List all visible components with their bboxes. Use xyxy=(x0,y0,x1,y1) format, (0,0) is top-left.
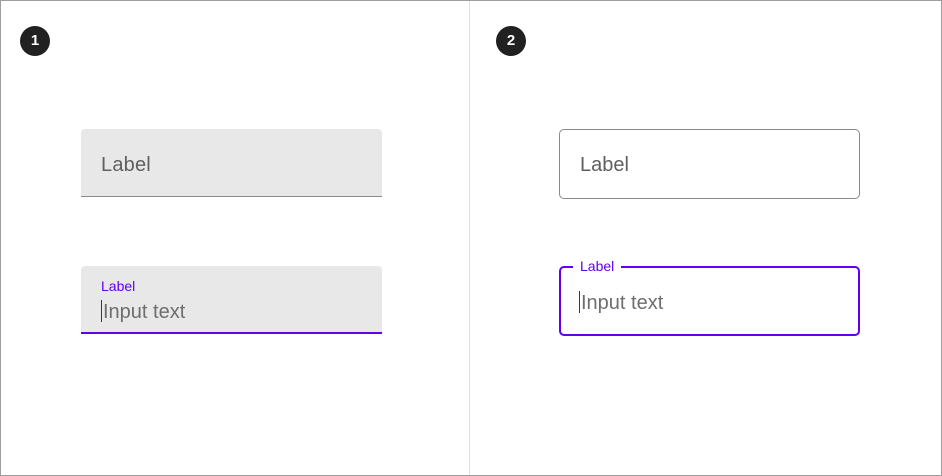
step-badge-2: 2 xyxy=(496,26,526,56)
step-badge-1: 1 xyxy=(20,26,50,56)
field-label: Label xyxy=(580,154,629,176)
input-value-wrapper: Input text xyxy=(579,291,663,315)
filled-text-field-focused[interactable]: Label Input text xyxy=(81,266,382,334)
outlined-text-field-panel: 2 Label Label Input text xyxy=(470,1,941,475)
input-value-wrapper: Input text xyxy=(101,300,185,324)
text-cursor xyxy=(579,291,580,313)
filled-text-field-panel: 1 Label Label Input text xyxy=(1,1,469,475)
floating-label: Label xyxy=(101,278,136,294)
field-label: Label xyxy=(101,154,151,176)
outlined-text-field-inactive[interactable]: Label xyxy=(559,129,860,199)
floating-label: Label xyxy=(573,258,622,274)
outlined-text-field-focused[interactable]: Label Input text xyxy=(559,258,860,336)
input-value: Input text xyxy=(581,292,664,314)
filled-text-field-inactive[interactable]: Label xyxy=(81,129,382,197)
text-cursor xyxy=(101,300,102,322)
figure-frame: 1 Label Label Input text 2 Label Label I… xyxy=(0,0,942,476)
input-value: Input text xyxy=(103,301,186,323)
